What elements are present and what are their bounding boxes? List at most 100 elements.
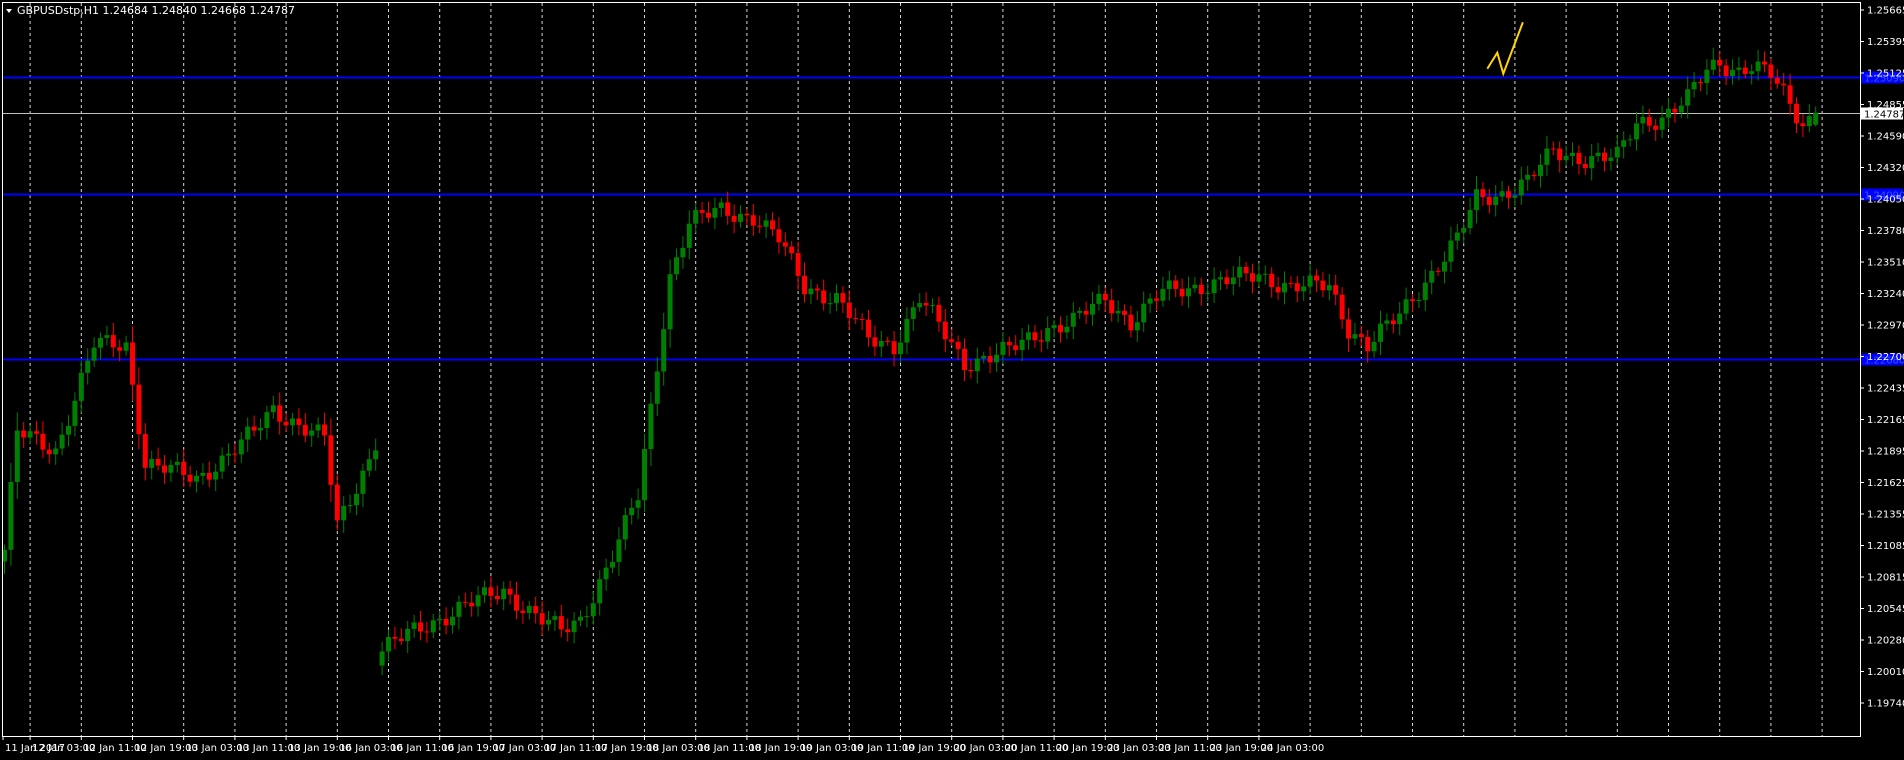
candle-body bbox=[738, 213, 743, 222]
candle-body bbox=[1346, 319, 1351, 339]
candle-body bbox=[558, 616, 564, 630]
candle-body bbox=[1589, 156, 1595, 169]
candle-body bbox=[1595, 152, 1601, 157]
candle-body bbox=[1173, 280, 1179, 289]
y-tick-label: 1.24590 bbox=[1867, 132, 1904, 143]
candle-body bbox=[1531, 174, 1537, 177]
price-axis[interactable]: 1.256651.253951.251251.248551.245901.243… bbox=[1860, 6, 1904, 710]
candle-body bbox=[1806, 116, 1812, 127]
candle-body bbox=[1512, 195, 1518, 198]
candle-body bbox=[904, 318, 910, 343]
candle-body bbox=[661, 329, 667, 372]
candle-body bbox=[1678, 105, 1684, 113]
candle-body bbox=[1544, 148, 1550, 165]
y-tick-label: 1.25125 bbox=[1867, 69, 1904, 80]
y-tick-label: 1.23240 bbox=[1867, 289, 1904, 300]
candle-body bbox=[494, 595, 500, 600]
candle-body bbox=[98, 337, 103, 348]
candle-body bbox=[290, 418, 295, 426]
price-chart[interactable]: 1.250901.240901.22680 1.256651.253951.25… bbox=[0, 0, 1904, 760]
candle-body bbox=[853, 318, 859, 320]
y-tick-label: 1.19740 bbox=[1867, 699, 1904, 710]
candle-body bbox=[168, 464, 174, 473]
candle-body bbox=[891, 341, 897, 355]
y-tick-label: 1.22435 bbox=[1867, 384, 1904, 395]
candle-body bbox=[130, 342, 135, 385]
y-tick-label: 1.20010 bbox=[1867, 667, 1904, 678]
candle-body bbox=[1250, 273, 1255, 282]
candle-body bbox=[443, 618, 449, 626]
candle-body bbox=[1435, 270, 1441, 272]
candle-body bbox=[1454, 232, 1460, 241]
candle-body bbox=[1160, 289, 1166, 301]
candle-body bbox=[872, 337, 878, 347]
y-tick-label: 1.20815 bbox=[1867, 573, 1904, 584]
candle-body bbox=[405, 628, 411, 641]
candle-body bbox=[1742, 67, 1748, 74]
candle-body bbox=[1621, 140, 1627, 147]
candle-body bbox=[1499, 191, 1505, 197]
candle-body bbox=[8, 481, 14, 550]
candle-body bbox=[1051, 325, 1057, 329]
candle-body bbox=[245, 426, 251, 440]
candle-body bbox=[1147, 298, 1153, 304]
candle-body bbox=[1461, 228, 1467, 233]
candle-body bbox=[174, 461, 180, 465]
candle-body bbox=[1134, 322, 1140, 331]
candle-body bbox=[565, 629, 571, 633]
candle-body bbox=[366, 459, 372, 471]
candle-body bbox=[1467, 210, 1473, 229]
candle-body bbox=[1096, 293, 1102, 304]
candle-body bbox=[1237, 266, 1243, 278]
y-tick-label: 1.20545 bbox=[1867, 604, 1904, 615]
candle-body bbox=[1109, 300, 1115, 314]
candle-body bbox=[34, 431, 39, 434]
candle-body bbox=[1186, 288, 1191, 297]
candle-body bbox=[1128, 314, 1134, 331]
candle-body bbox=[1410, 299, 1415, 302]
candle-body bbox=[731, 215, 737, 222]
candle-body bbox=[469, 602, 475, 607]
candle-body bbox=[462, 601, 468, 603]
candle-body bbox=[571, 620, 577, 633]
candle-body bbox=[85, 360, 91, 373]
candle-body bbox=[1288, 283, 1294, 285]
candle-body bbox=[533, 606, 539, 614]
candle-body bbox=[1070, 312, 1076, 327]
candle-body bbox=[334, 484, 340, 521]
candle-body bbox=[744, 213, 750, 216]
candle-body bbox=[1307, 275, 1313, 287]
candle-body bbox=[1205, 293, 1211, 295]
chart-title: GBPUSDstp,H1 1.24684 1.24840 1.24668 1.2… bbox=[6, 4, 295, 17]
candle-body bbox=[827, 303, 833, 305]
candle-body bbox=[1320, 280, 1326, 291]
candle-body bbox=[603, 567, 609, 580]
candle-body bbox=[706, 212, 711, 218]
candle-body bbox=[456, 601, 462, 617]
candle-body bbox=[123, 342, 129, 351]
y-tick-label: 1.22165 bbox=[1867, 415, 1904, 426]
candle-body bbox=[859, 318, 865, 320]
candle-body bbox=[1506, 191, 1511, 198]
candle-body bbox=[725, 202, 731, 216]
candle-body bbox=[142, 434, 148, 468]
candle-body bbox=[1474, 189, 1479, 211]
candle-body bbox=[1390, 320, 1396, 325]
candle-body bbox=[898, 342, 903, 355]
candle-body bbox=[1794, 103, 1799, 124]
candle-body bbox=[693, 210, 699, 224]
candle-body bbox=[654, 371, 660, 404]
candle-body bbox=[110, 335, 116, 348]
candle-body bbox=[1781, 83, 1787, 86]
candle-body bbox=[1256, 274, 1262, 282]
candle-body bbox=[1090, 303, 1095, 315]
candle-body bbox=[1154, 298, 1159, 301]
candle-body bbox=[430, 620, 436, 633]
candle-body bbox=[1659, 117, 1665, 130]
candle-body bbox=[117, 347, 123, 351]
candle-body bbox=[424, 631, 430, 633]
candle-body bbox=[1064, 326, 1070, 333]
candle-body bbox=[386, 636, 391, 652]
candle-body bbox=[1691, 82, 1697, 90]
candle-body bbox=[46, 449, 52, 455]
